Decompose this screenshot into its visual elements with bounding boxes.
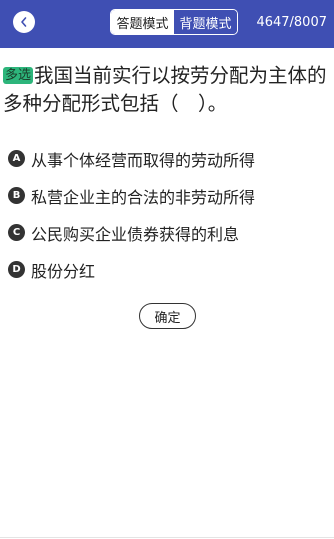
option-letter-badge: A <box>8 150 25 167</box>
option-text: 公民购买企业债券获得的利息 <box>31 224 240 244</box>
answer-mode-tab[interactable]: 答题模式 <box>111 10 174 34</box>
option-a[interactable]: A 从事个体经营而取得的劳动所得 <box>8 140 328 177</box>
question-progress: 4647/8007 <box>256 15 327 30</box>
option-list: A 从事个体经营而取得的劳动所得 B 私营企业主的合法的非劳动所得 C 公民购买… <box>8 140 328 288</box>
top-bar: 答题模式 背题模式 4647/8007 <box>0 0 334 48</box>
option-letter-badge: D <box>8 261 25 278</box>
option-text: 从事个体经营而取得的劳动所得 <box>31 150 256 170</box>
question-stem: 多选 我国当前实行以按劳分配为主体的多种分配形式包括（ ）。 <box>3 62 331 118</box>
option-d[interactable]: D 股份分红 <box>8 251 328 288</box>
bottom-divider <box>0 537 334 538</box>
mode-toggle[interactable]: 答题模式 背题模式 <box>110 9 238 35</box>
option-text: 股份分红 <box>31 261 96 281</box>
confirm-button[interactable]: 确定 <box>139 303 196 329</box>
back-button[interactable] <box>13 11 35 33</box>
option-letter-badge: B <box>8 187 25 204</box>
chevron-left-icon <box>21 17 27 27</box>
option-c[interactable]: C 公民购买企业债券获得的利息 <box>8 214 328 251</box>
option-letter-badge: C <box>8 224 25 241</box>
option-text: 私营企业主的合法的非劳动所得 <box>31 187 256 207</box>
recite-mode-tab[interactable]: 背题模式 <box>174 10 237 34</box>
question-type-badge: 多选 <box>3 67 34 84</box>
option-b[interactable]: B 私营企业主的合法的非劳动所得 <box>8 177 328 214</box>
question-text: 我国当前实行以按劳分配为主体的多种分配形式包括（ ）。 <box>3 64 327 115</box>
